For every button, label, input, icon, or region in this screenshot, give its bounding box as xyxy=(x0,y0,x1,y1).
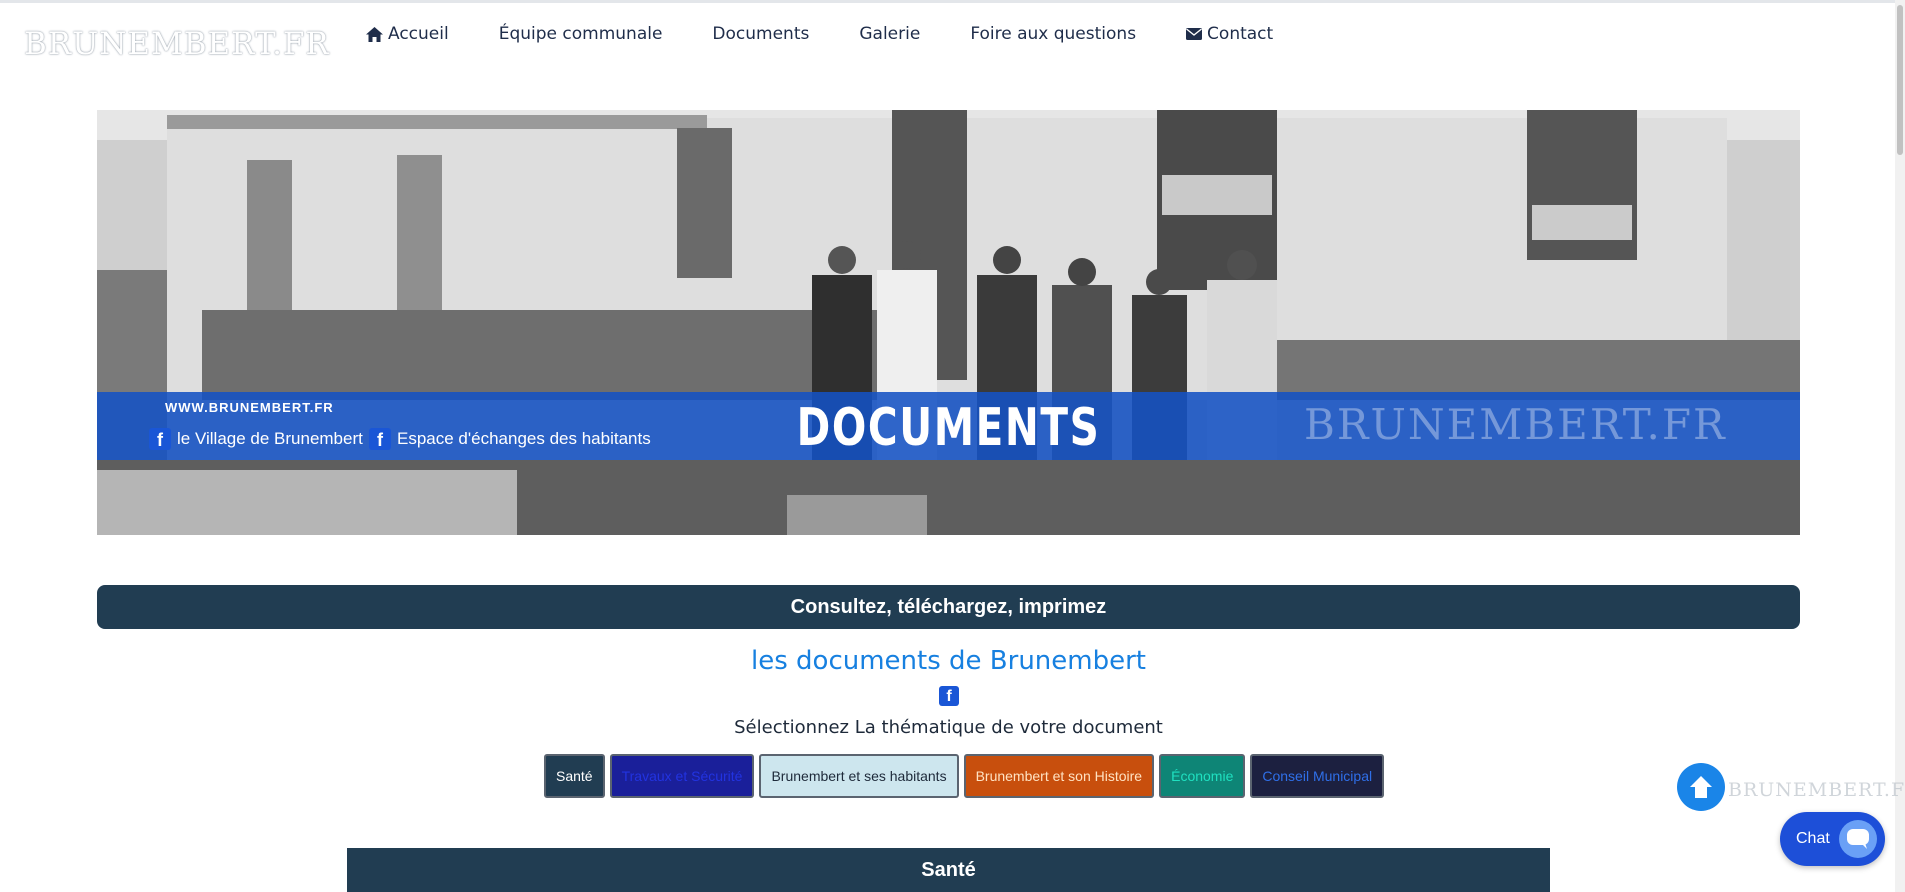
theme-button-sante[interactable]: Santé xyxy=(544,754,605,798)
theme-select-label: Sélectionnez La thématique de votre docu… xyxy=(734,717,1163,738)
nav-item-equipe-communale[interactable]: Équipe communale xyxy=(499,24,663,44)
chat-widget-button[interactable]: Chat xyxy=(1780,812,1885,866)
hero-banner: WWW.BRUNEMBERT.FR f le Village de Brunem… xyxy=(97,110,1800,535)
envelope-icon xyxy=(1186,28,1203,40)
nav-item-galerie[interactable]: Galerie xyxy=(859,24,920,44)
chat-bubble-icon xyxy=(1839,820,1877,858)
section-title-bar: Consultez, téléchargez, imprimez xyxy=(97,585,1800,629)
home-icon xyxy=(366,26,383,42)
theme-button-travaux-securite[interactable]: Travaux et Sécurité xyxy=(609,754,755,798)
nav-label-galerie: Galerie xyxy=(859,24,921,44)
active-section-bar: Santé xyxy=(347,848,1550,892)
theme-button-histoire[interactable]: Brunembert et son Histoire xyxy=(963,754,1155,798)
scroll-to-top-button[interactable] xyxy=(1677,763,1725,811)
hero-band: WWW.BRUNEMBERT.FR f le Village de Brunem… xyxy=(97,392,1800,460)
nav-label-equipe: Équipe communale xyxy=(498,24,663,44)
theme-button-habitants[interactable]: Brunembert et ses habitants xyxy=(759,754,959,798)
nav-item-faq[interactable]: Foire aux questions xyxy=(970,24,1136,44)
nav-item-accueil[interactable]: Accueil xyxy=(366,24,449,44)
main-nav: Accueil Équipe communale Documents Galer… xyxy=(366,22,1323,46)
nav-label-contact: Contact xyxy=(1207,24,1274,44)
site-logo[interactable]: BRUNEMBERT.FR xyxy=(24,26,330,62)
nav-item-contact[interactable]: Contact xyxy=(1186,24,1273,44)
theme-button-economie[interactable]: Économie xyxy=(1159,754,1246,798)
documents-heading: les documents de Brunembert xyxy=(751,646,1146,676)
nav-item-documents[interactable]: Documents xyxy=(712,24,809,44)
side-watermark: BRUNEMBERT.FR xyxy=(1728,779,1905,801)
theme-buttons: Santé Travaux et Sécurité Brunembert et … xyxy=(544,754,1389,798)
facebook-icon[interactable]: f xyxy=(939,686,959,706)
scroll-thumb[interactable] xyxy=(1897,5,1903,155)
hero-watermark: BRUNEMBERT.FR xyxy=(1304,400,1727,449)
chat-label: Chat xyxy=(1796,830,1830,847)
nav-label-documents: Documents xyxy=(712,24,810,44)
top-border xyxy=(0,0,1905,3)
nav-label-accueil: Accueil xyxy=(388,24,449,44)
page-scrollbar[interactable] xyxy=(1895,0,1905,892)
theme-button-conseil-municipal[interactable]: Conseil Municipal xyxy=(1250,754,1385,798)
arrow-up-icon xyxy=(1690,776,1712,798)
hero-photo xyxy=(97,110,1800,535)
facebook-icon: f xyxy=(149,428,171,450)
nav-label-faq: Foire aux questions xyxy=(970,24,1137,44)
